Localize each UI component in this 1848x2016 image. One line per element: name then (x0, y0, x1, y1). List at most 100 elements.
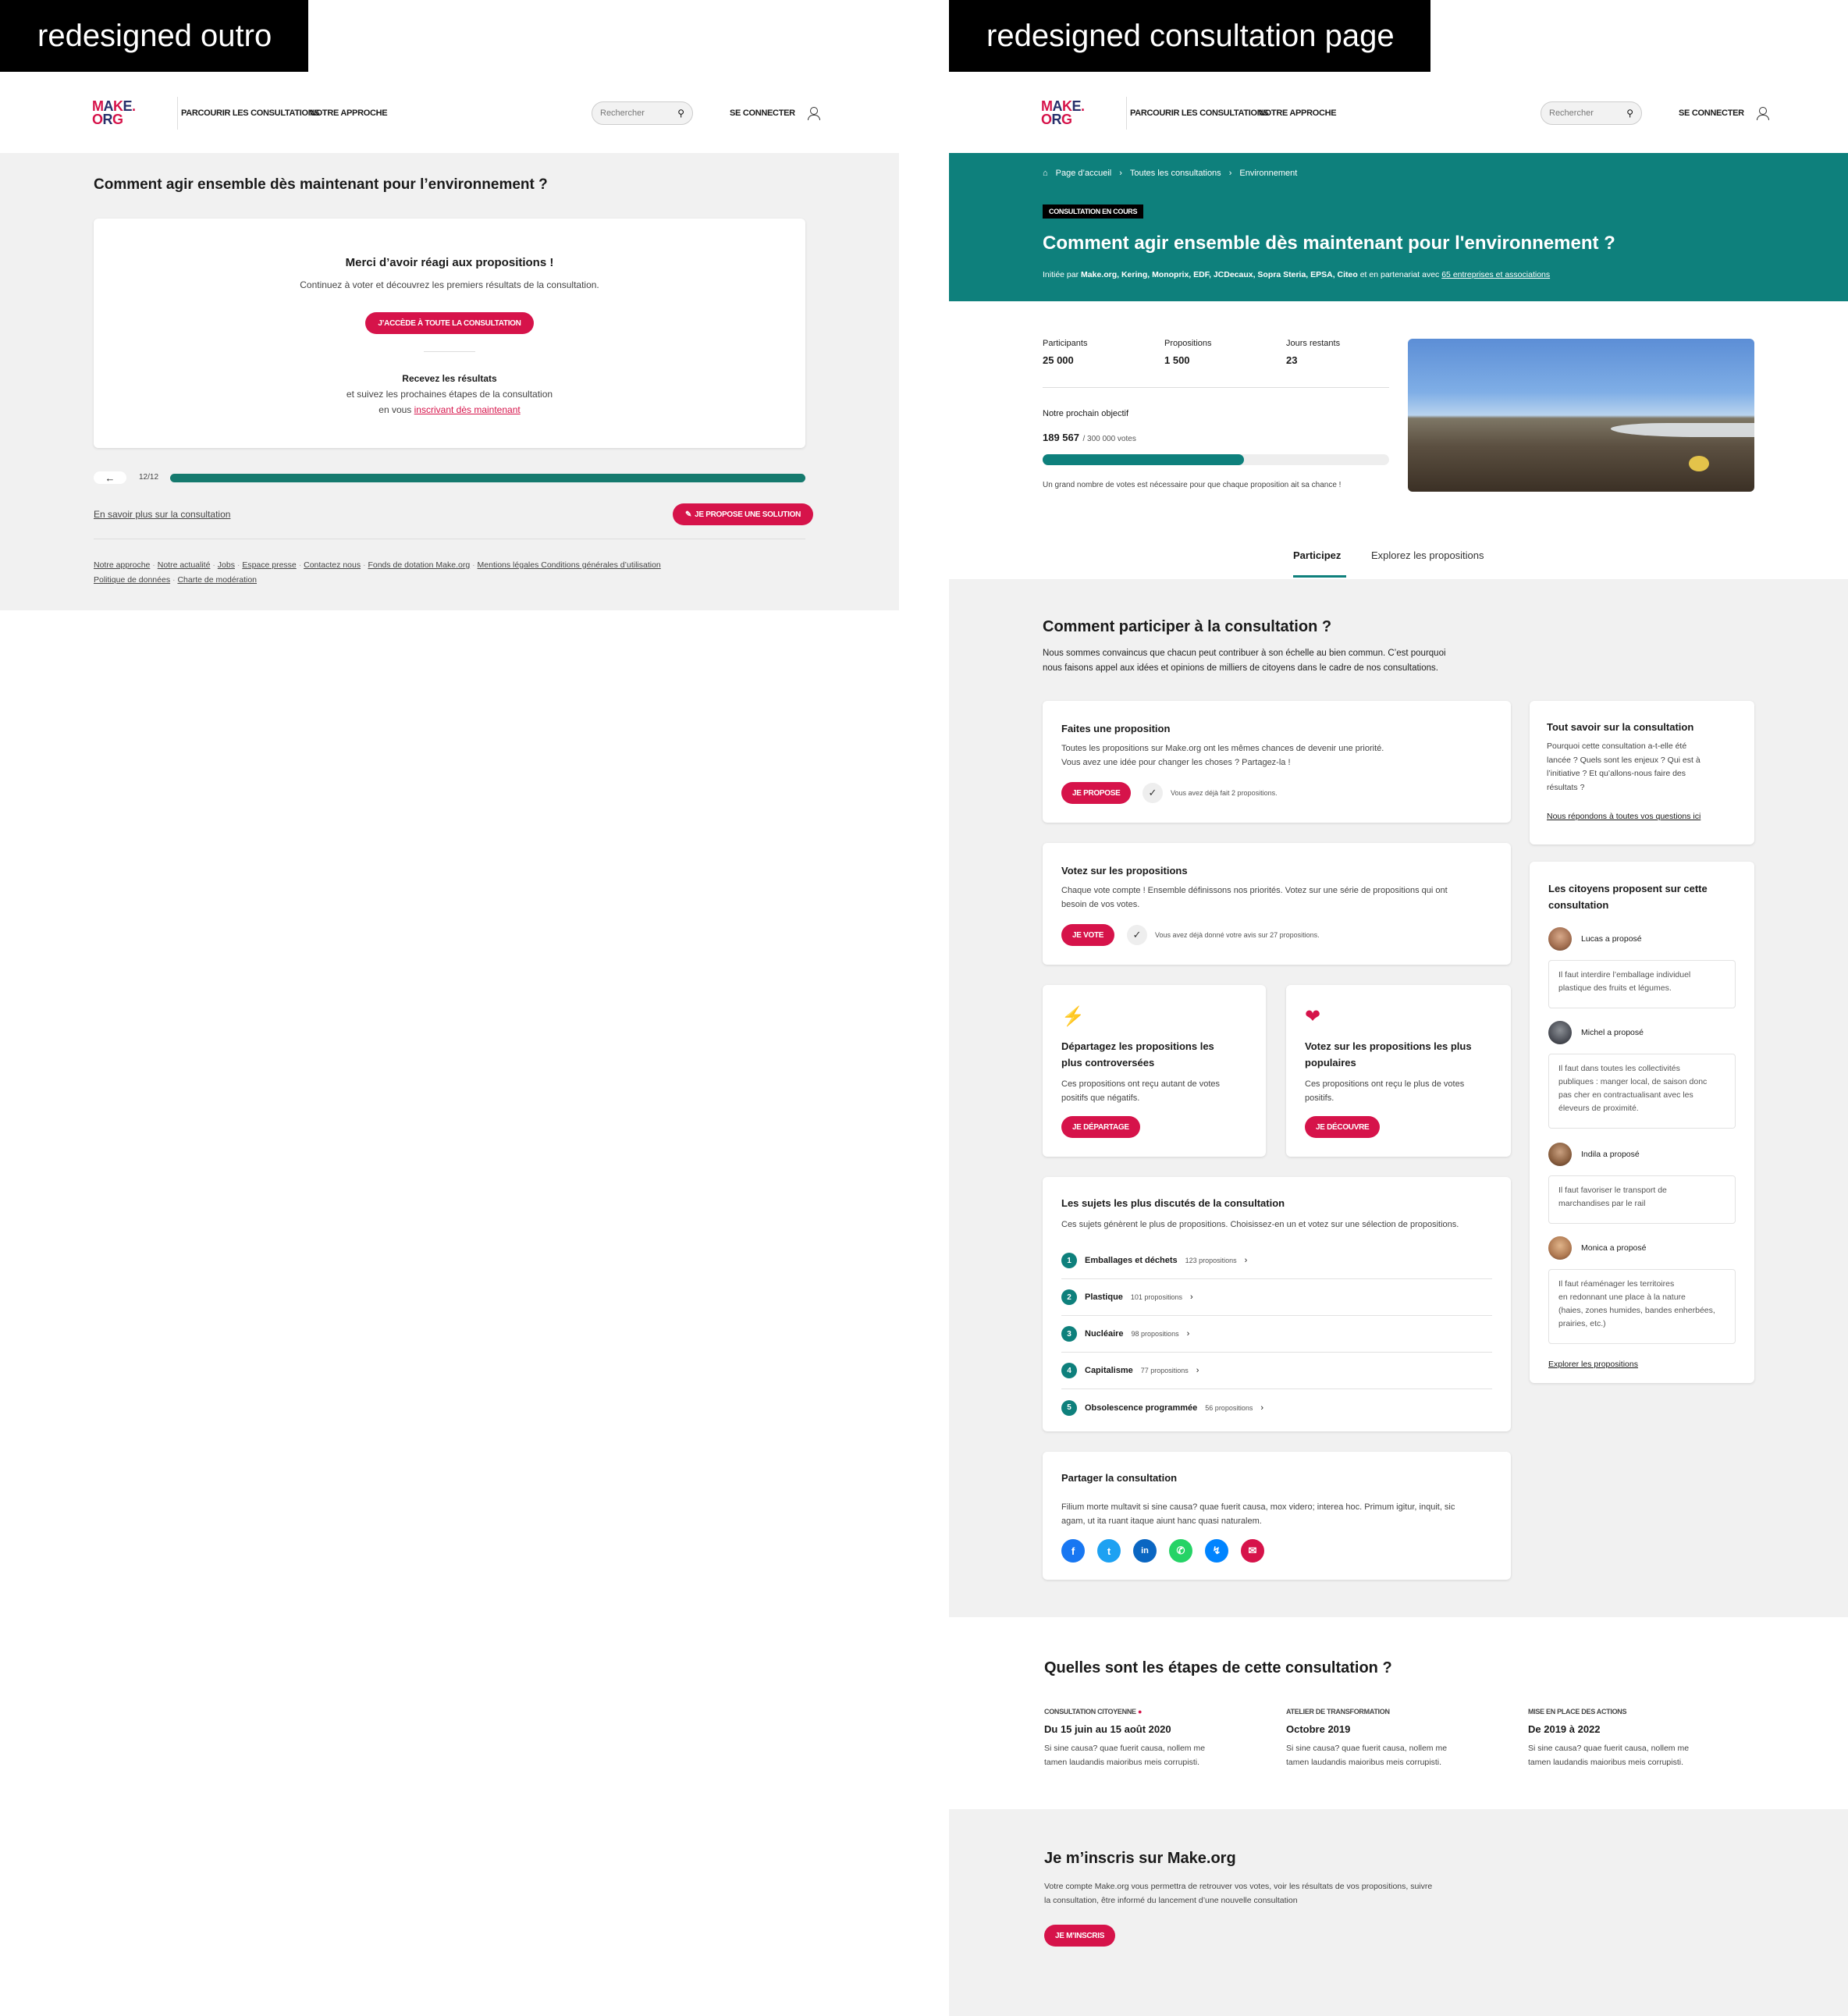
card-text-line: lancée ? Quels sont les enjeux ? Qui est… (1547, 755, 1701, 765)
search-input[interactable]: Rechercher ⚲ (1541, 101, 1642, 125)
linkedin-icon[interactable]: in (1133, 1539, 1157, 1563)
make-org-logo[interactable]: MAKE. ORG (1041, 98, 1094, 129)
footer-link[interactable]: Contactez nous (304, 560, 361, 570)
propose-card: Faites une proposition Toutes les propos… (1043, 701, 1511, 823)
topic-row[interactable]: 4 Capitalisme 77 propositions › (1061, 1353, 1492, 1389)
footer-links-row1: Notre approche · Notre actualité · Jobs … (94, 560, 661, 570)
make-org-logo[interactable]: MAKE. ORG (92, 98, 145, 129)
logo-bottom: ORG (92, 112, 123, 127)
card-text-line: Toutes les propositions sur Make.org ont… (1061, 744, 1384, 753)
proposal-line: Il faut interdire l’emballage individuel (1558, 970, 1691, 980)
topic-row[interactable]: 2 Plastique 101 propositions › (1061, 1279, 1492, 1316)
topic-row[interactable]: 5 Obsolescence programmée 56 proposition… (1061, 1389, 1492, 1426)
proposal-line: en redonnant une place à la nature (1558, 1292, 1686, 1302)
topic-count: 98 propositions (1131, 1330, 1179, 1338)
avatar (1548, 1021, 1572, 1044)
popular-button[interactable]: JE DÉCOUVRE (1305, 1116, 1381, 1138)
step-text-line: Si sine causa? quae fuerit causa, nollem… (1044, 1744, 1206, 1753)
footer-link[interactable]: Jobs (218, 560, 235, 570)
initiated-prefix: Initiée par (1043, 270, 1079, 279)
propose-button[interactable]: JE PROPOSE (1061, 782, 1132, 804)
faq-link[interactable]: Nous répondons à toutes vos questions ic… (1547, 812, 1701, 821)
stat-days-left: Jours restants 23 (1286, 339, 1340, 366)
chevron-right-icon: › (1119, 169, 1122, 178)
pencil-icon: ✎ (685, 510, 692, 519)
nav-our-approach[interactable]: NOTRE APPROCHE (1259, 108, 1337, 118)
author-label: Lucas a proposé (1581, 934, 1642, 944)
topic-name: Plastique (1085, 1292, 1123, 1302)
citizen-proposal[interactable]: Il faut dans toutes les collectivités pu… (1548, 1054, 1736, 1129)
search-icon[interactable]: ⚲ (677, 108, 684, 119)
stat-value: 25 000 (1043, 354, 1074, 366)
card-title-line: populaires (1305, 1057, 1356, 1068)
participate-text-line: nous faisons appel aux idées et opinions… (1043, 663, 1438, 673)
card-text: Toutes les propositions sur Make.org ont… (1061, 741, 1384, 770)
participate-section: Comment participer à la consultation ? N… (949, 579, 1848, 1617)
card-text-line: résultats ? (1547, 782, 1585, 792)
login-link[interactable]: SE CONNECTER (730, 106, 820, 120)
tab-explore[interactable]: Explorez les propositions (1371, 549, 1484, 561)
email-icon[interactable]: ✉ (1241, 1539, 1264, 1563)
citizen-author: Lucas a proposé (1548, 927, 1642, 951)
step-text-line: Si sine causa? quae fuerit causa, nollem… (1528, 1744, 1690, 1753)
breadcrumb: ⌂ Page d’accueil › Toutes les consultati… (1043, 169, 1297, 178)
nav-our-approach[interactable]: NOTRE APPROCHE (310, 108, 388, 118)
breadcrumb-home[interactable]: Page d’accueil (1056, 169, 1112, 178)
proposal-line: Il faut favoriser le transport de (1558, 1186, 1667, 1195)
participate-text-line: Nous sommes convaincus que chacun peut c… (1043, 649, 1446, 658)
chevron-right-icon: › (1244, 1256, 1248, 1265)
footer-link[interactable]: Politique de données (94, 575, 170, 585)
separator: · (234, 560, 243, 570)
page-title: Comment agir ensemble dès maintenant pou… (1043, 233, 1615, 254)
signup-button[interactable]: JE M’INSCRIS (1044, 1925, 1116, 1947)
nav-browse-consultations[interactable]: PARCOURIR LES CONSULTATIONS (181, 108, 320, 118)
messenger-icon[interactable]: ↯ (1205, 1539, 1228, 1563)
citizen-proposal[interactable]: Il faut favoriser le transport de marcha… (1548, 1175, 1736, 1224)
explore-proposals-link[interactable]: Explorer les propositions (1548, 1360, 1638, 1369)
propose-solution-button[interactable]: ✎ JE PROPOSE UNE SOLUTION (673, 503, 813, 525)
search-input[interactable]: Rechercher ⚲ (592, 101, 693, 125)
learn-more-link[interactable]: En savoir plus sur la consultation (94, 509, 230, 520)
citizen-proposal[interactable]: Il faut réaménager les territoires en re… (1548, 1269, 1736, 1344)
nav-browse-consultations[interactable]: PARCOURIR LES CONSULTATIONS (1130, 108, 1269, 118)
footer-link[interactable]: Charte de modération (177, 575, 257, 585)
topic-row[interactable]: 3 Nucléaire 98 propositions › (1061, 1316, 1492, 1353)
tab-participate[interactable]: Participez (1293, 549, 1341, 561)
search-placeholder: Rechercher (600, 108, 645, 118)
breadcrumb-all[interactable]: Toutes les consultations (1130, 169, 1221, 178)
footer-link[interactable]: Notre actualité (158, 560, 211, 570)
card-text-line: Filium morte multavit si sine causa? qua… (1061, 1502, 1455, 1512)
avatar (1548, 927, 1572, 951)
topics-card: Les sujets les plus discutés de la consu… (1043, 1177, 1511, 1431)
topic-row[interactable]: 1 Emballages et déchets 123 propositions… (1061, 1243, 1492, 1279)
controversial-button[interactable]: JE DÉPARTAGE (1061, 1116, 1140, 1138)
participate-title: Comment participer à la consultation ? (1043, 618, 1332, 635)
search-icon[interactable]: ⚲ (1626, 108, 1633, 119)
popular-card: ❤ Votez sur les propositions les plus po… (1286, 985, 1511, 1157)
footer-link[interactable]: Mentions légales Conditions générales d’… (478, 560, 661, 570)
twitter-icon[interactable]: t (1097, 1539, 1121, 1563)
breadcrumb-current[interactable]: Environnement (1239, 169, 1297, 178)
stat-label: Jours restants (1286, 339, 1341, 348)
objective-progress-track (1043, 454, 1389, 465)
card-title: Votez sur les propositions (1061, 865, 1188, 876)
stat-label: Participants (1043, 339, 1088, 348)
partners-link[interactable]: 65 entreprises et associations (1441, 270, 1550, 279)
avatar (1548, 1143, 1572, 1166)
signup-link[interactable]: inscrivant dès maintenant (414, 404, 521, 415)
login-link[interactable]: SE CONNECTER (1679, 106, 1769, 120)
citizen-proposal[interactable]: Il faut interdire l’emballage individuel… (1548, 960, 1736, 1008)
consultation-hero: ⌂ Page d’accueil › Toutes les consultati… (949, 153, 1848, 301)
back-arrow-button[interactable]: ← (94, 471, 126, 484)
about-card: Tout savoir sur la consultation Pourquoi… (1530, 701, 1754, 844)
footer-link[interactable]: Fonds de dotation Make.org (368, 560, 470, 570)
access-consultation-button[interactable]: J’ACCÈDE À TOUTE LA CONSULTATION (365, 312, 534, 334)
facebook-icon[interactable]: f (1061, 1539, 1085, 1563)
user-icon (1755, 106, 1769, 120)
divider (424, 351, 475, 352)
progress-fill (170, 474, 805, 482)
footer-link[interactable]: Notre approche (94, 560, 150, 570)
whatsapp-icon[interactable]: ✆ (1169, 1539, 1192, 1563)
vote-button[interactable]: JE VOTE (1061, 924, 1115, 946)
footer-link[interactable]: Espace presse (242, 560, 296, 570)
